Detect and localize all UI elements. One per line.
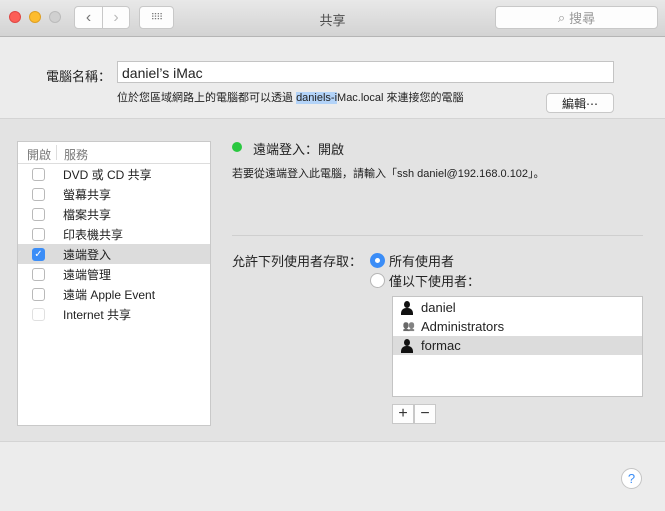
service-label: DVD 或 CD 共享 bbox=[63, 167, 152, 182]
checkbox[interactable] bbox=[32, 307, 45, 321]
user-row[interactable]: daniel bbox=[393, 298, 642, 317]
search-placeholder: 搜尋 bbox=[569, 11, 596, 26]
checkbox[interactable] bbox=[32, 227, 45, 241]
status-description: 若要從遠端登入此電腦，請輸入「ssh daniel@192.168.0.102」… bbox=[232, 168, 545, 180]
service-row[interactable]: 螢幕共享 bbox=[18, 184, 210, 204]
status-title: 遠端登入：開啟 bbox=[253, 142, 345, 157]
status-indicator-icon bbox=[232, 142, 242, 152]
help-button[interactable]: ? bbox=[621, 468, 642, 489]
user-name: daniel bbox=[421, 300, 456, 315]
group-icon: 👥 bbox=[402, 321, 416, 332]
service-label: 遠端 Apple Event bbox=[63, 287, 156, 302]
service-row[interactable]: 遠端 Apple Event bbox=[18, 284, 210, 304]
service-label: Internet 共享 bbox=[63, 307, 132, 322]
service-label: 檔案共享 bbox=[63, 207, 112, 222]
radio-all-users[interactable]: 所有使用者 bbox=[370, 251, 454, 270]
computer-name-label: 電腦名稱： bbox=[46, 69, 112, 84]
edit-button[interactable]: 編輯⋯ bbox=[546, 93, 614, 113]
list-header: 開啟 服務 bbox=[18, 142, 210, 164]
checkbox[interactable] bbox=[32, 187, 45, 201]
separator bbox=[232, 235, 643, 236]
user-row[interactable]: formac bbox=[393, 336, 642, 355]
user-name: Administrators bbox=[421, 319, 505, 334]
service-label: 遠端管理 bbox=[63, 267, 112, 282]
users-list: daniel 👥 Administrators formac bbox=[392, 296, 643, 397]
user-name: formac bbox=[421, 338, 461, 353]
checkbox[interactable] bbox=[32, 267, 45, 281]
radio-only-users[interactable]: 僅以下使用者： bbox=[370, 271, 480, 290]
services-list: 開啟 服務 DVD 或 CD 共享 螢幕共享 檔案共享 印表機共享 ✓ 遠端登入 遠端管理遠… bbox=[17, 141, 211, 426]
search-icon: ⌕ bbox=[557, 9, 566, 25]
header-on: 開啟 bbox=[27, 148, 52, 162]
service-row[interactable]: DVD 或 CD 共享 bbox=[18, 164, 210, 184]
service-label: 螢幕共享 bbox=[63, 187, 112, 202]
radio-unselected-icon bbox=[370, 273, 385, 288]
user-row[interactable]: 👥 Administrators bbox=[393, 317, 642, 336]
remove-user-button[interactable]: − bbox=[414, 404, 436, 424]
computer-name-input[interactable]: daniel’s iMac bbox=[117, 61, 614, 83]
checkbox[interactable] bbox=[32, 287, 45, 301]
search-field[interactable]: ⌕ 搜尋 bbox=[495, 6, 658, 29]
checkbox[interactable] bbox=[32, 207, 45, 221]
service-row[interactable]: Internet 共享 bbox=[18, 304, 210, 324]
service-row[interactable]: ✓ 遠端登入 bbox=[18, 244, 210, 264]
header-service: 服務 bbox=[64, 148, 89, 162]
checkbox[interactable]: ✓ bbox=[32, 247, 45, 261]
access-label: 允許下列使用者存取： bbox=[232, 254, 363, 269]
checkbox[interactable] bbox=[32, 167, 45, 181]
service-label: 遠端登入 bbox=[63, 247, 112, 262]
service-row[interactable]: 遠端管理 bbox=[18, 264, 210, 284]
add-user-button[interactable]: + bbox=[392, 404, 414, 424]
service-row[interactable]: 印表機共享 bbox=[18, 224, 210, 244]
user-icon bbox=[393, 300, 421, 315]
title-bar: ‹ › ⠿⠿ 共享 ⌕ 搜尋 bbox=[0, 0, 665, 37]
radio-selected-icon bbox=[370, 253, 385, 268]
user-icon bbox=[393, 338, 421, 353]
service-row[interactable]: 檔案共享 bbox=[18, 204, 210, 224]
computer-name-description: 位於您區域網路上的電腦都可以透過 daniels-iMac.local 來連接您… bbox=[117, 92, 464, 104]
service-label: 印表機共享 bbox=[63, 227, 124, 242]
